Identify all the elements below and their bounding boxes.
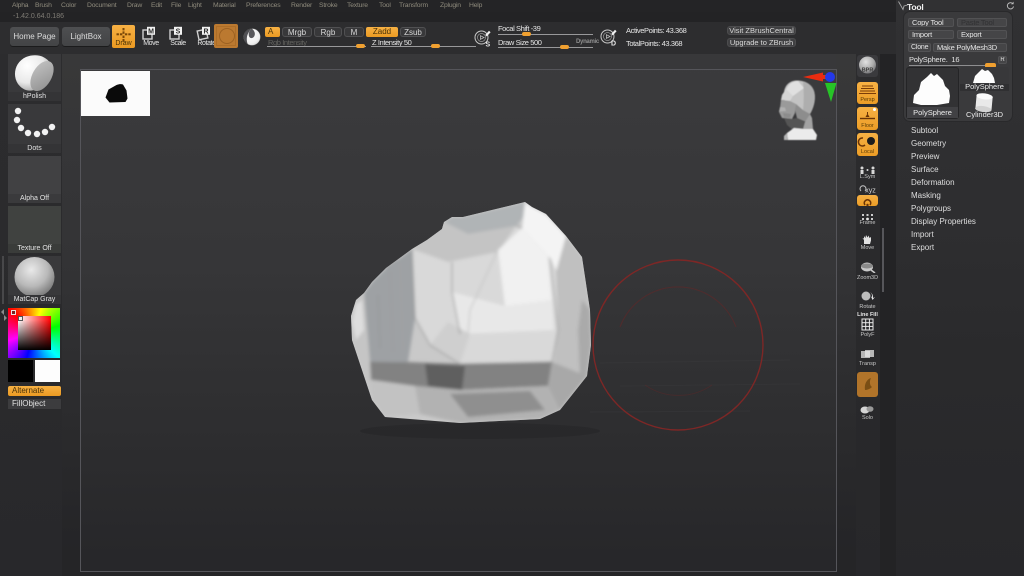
svg-text:S: S bbox=[176, 29, 181, 36]
svg-text:S: S bbox=[486, 42, 491, 49]
svg-text:D: D bbox=[611, 41, 616, 48]
svg-text:R: R bbox=[203, 29, 208, 36]
svg-text:xyz: xyz bbox=[865, 188, 876, 195]
svg-text:BPR: BPR bbox=[862, 68, 874, 74]
svg-text:M: M bbox=[148, 29, 154, 36]
